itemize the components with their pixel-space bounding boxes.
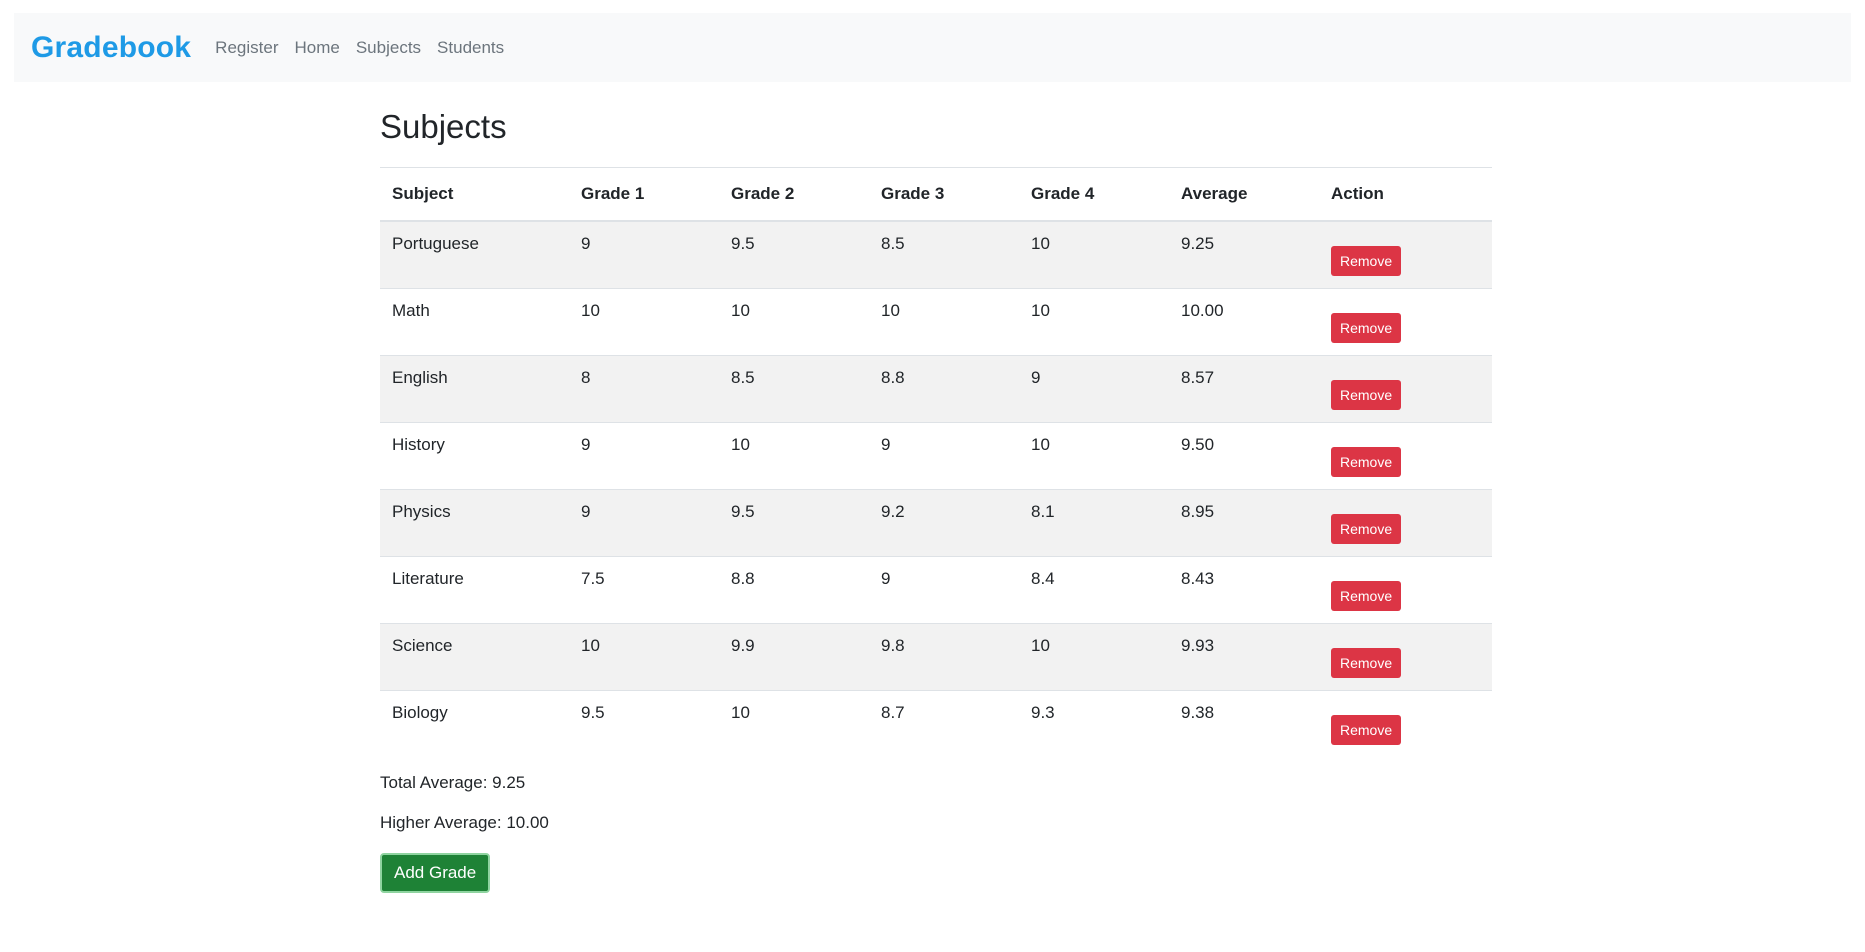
cell-average: 9.25 bbox=[1169, 220, 1319, 289]
table-row: Physics 9 9.5 9.2 8.1 8.95 Remove bbox=[380, 488, 1492, 557]
nav-link-subjects[interactable]: Subjects bbox=[356, 38, 421, 58]
add-grade-button[interactable]: Add Grade bbox=[380, 852, 491, 893]
cell-grade-3: 8.8 bbox=[869, 354, 1019, 423]
cell-grade-2: 8.5 bbox=[719, 354, 869, 423]
cell-grade-4: 10 bbox=[1019, 622, 1169, 691]
cell-average: 8.57 bbox=[1169, 354, 1319, 423]
cell-grade-1: 7.5 bbox=[569, 555, 719, 624]
higher-average: Higher Average: 10.00 bbox=[380, 812, 549, 832]
cell-grade-2: 10 bbox=[719, 287, 869, 356]
remove-button[interactable]: Remove bbox=[1331, 513, 1402, 544]
cell-subject: History bbox=[380, 421, 569, 490]
cell-action: Remove bbox=[1319, 354, 1492, 423]
table-row: English 8 8.5 8.8 9 8.57 Remove bbox=[380, 354, 1492, 423]
header-grade-2: Grade 2 bbox=[719, 166, 869, 222]
header-action: Action bbox=[1319, 166, 1492, 222]
cell-grade-2: 8.8 bbox=[719, 555, 869, 624]
cell-grade-4: 8.4 bbox=[1019, 555, 1169, 624]
nav-link-students[interactable]: Students bbox=[437, 38, 504, 58]
cell-subject: Portuguese bbox=[380, 220, 569, 289]
cell-grade-3: 9 bbox=[869, 555, 1019, 624]
cell-grade-3: 8.7 bbox=[869, 689, 1019, 757]
cell-grade-2: 9.9 bbox=[719, 622, 869, 691]
cell-grade-3: 9.2 bbox=[869, 488, 1019, 557]
main-content: Subjects Subject Grade 1 Grade 2 Grade 3… bbox=[380, 82, 1492, 893]
cell-grade-4: 8.1 bbox=[1019, 488, 1169, 557]
table-row: History 9 10 9 10 9.50 Remove bbox=[380, 421, 1492, 490]
cell-grade-2: 10 bbox=[719, 689, 869, 757]
cell-action: Remove bbox=[1319, 220, 1492, 289]
cell-grade-2: 9.5 bbox=[719, 488, 869, 557]
cell-subject: English bbox=[380, 354, 569, 423]
table-row: Math 10 10 10 10 10.00 Remove bbox=[380, 287, 1492, 356]
page-title: Subjects bbox=[380, 108, 507, 145]
cell-grade-1: 9.5 bbox=[569, 689, 719, 757]
cell-grade-2: 9.5 bbox=[719, 220, 869, 289]
header-subject: Subject bbox=[380, 166, 569, 222]
remove-button[interactable]: Remove bbox=[1331, 647, 1402, 678]
cell-average: 10.00 bbox=[1169, 287, 1319, 356]
nav-link-home[interactable]: Home bbox=[294, 38, 339, 58]
cell-action: Remove bbox=[1319, 689, 1492, 757]
cell-average: 8.43 bbox=[1169, 555, 1319, 624]
cell-average: 9.38 bbox=[1169, 689, 1319, 757]
cell-grade-3: 10 bbox=[869, 287, 1019, 356]
cell-grade-3: 9.8 bbox=[869, 622, 1019, 691]
table-header: Subject Grade 1 Grade 2 Grade 3 Grade 4 … bbox=[380, 166, 1492, 222]
cell-grade-1: 9 bbox=[569, 220, 719, 289]
remove-button[interactable]: Remove bbox=[1331, 245, 1402, 276]
table-row: Biology 9.5 10 8.7 9.3 9.38 Remove bbox=[380, 689, 1492, 757]
navbar: Gradebook Register Home Subjects Student… bbox=[14, 13, 1851, 82]
header-grade-1: Grade 1 bbox=[569, 166, 719, 222]
cell-grade-4: 9.3 bbox=[1019, 689, 1169, 757]
cell-subject: Biology bbox=[380, 689, 569, 757]
cell-average: 9.93 bbox=[1169, 622, 1319, 691]
table-row: Science 10 9.9 9.8 10 9.93 Remove bbox=[380, 622, 1492, 691]
cell-grade-4: 10 bbox=[1019, 220, 1169, 289]
brand-logo[interactable]: Gradebook bbox=[31, 31, 191, 65]
header-grade-4: Grade 4 bbox=[1019, 166, 1169, 222]
cell-grade-1: 9 bbox=[569, 421, 719, 490]
cell-average: 9.50 bbox=[1169, 421, 1319, 490]
table-row: Literature 7.5 8.8 9 8.4 8.43 Remove bbox=[380, 555, 1492, 624]
cell-grade-1: 10 bbox=[569, 622, 719, 691]
cell-action: Remove bbox=[1319, 421, 1492, 490]
cell-average: 8.95 bbox=[1169, 488, 1319, 557]
cell-grade-3: 9 bbox=[869, 421, 1019, 490]
cell-subject: Literature bbox=[380, 555, 569, 624]
cell-grade-4: 9 bbox=[1019, 354, 1169, 423]
cell-grade-1: 8 bbox=[569, 354, 719, 423]
remove-button[interactable]: Remove bbox=[1331, 446, 1402, 477]
header-grade-3: Grade 3 bbox=[869, 166, 1019, 222]
cell-grade-1: 9 bbox=[569, 488, 719, 557]
total-average: Total Average: 9.25 bbox=[380, 772, 526, 792]
nav-link-register[interactable]: Register bbox=[215, 38, 278, 58]
cell-grade-2: 10 bbox=[719, 421, 869, 490]
cell-action: Remove bbox=[1319, 488, 1492, 557]
header-row: Subject Grade 1 Grade 2 Grade 3 Grade 4 … bbox=[380, 166, 1492, 222]
header-average: Average bbox=[1169, 166, 1319, 222]
cell-subject: Science bbox=[380, 622, 569, 691]
table-body: Portuguese 9 9.5 8.5 10 9.25 Remove Math… bbox=[380, 220, 1492, 757]
remove-button[interactable]: Remove bbox=[1331, 714, 1402, 745]
cell-subject: Math bbox=[380, 287, 569, 356]
cell-action: Remove bbox=[1319, 622, 1492, 691]
remove-button[interactable]: Remove bbox=[1331, 379, 1402, 410]
cell-grade-4: 10 bbox=[1019, 287, 1169, 356]
cell-grade-4: 10 bbox=[1019, 421, 1169, 490]
remove-button[interactable]: Remove bbox=[1331, 580, 1402, 611]
cell-action: Remove bbox=[1319, 287, 1492, 356]
cell-action: Remove bbox=[1319, 555, 1492, 624]
cell-grade-1: 10 bbox=[569, 287, 719, 356]
summary: Total Average: 9.25 Higher Average: 10.0… bbox=[380, 773, 1492, 833]
cell-grade-3: 8.5 bbox=[869, 220, 1019, 289]
subjects-table: Subject Grade 1 Grade 2 Grade 3 Grade 4 … bbox=[380, 166, 1492, 757]
remove-button[interactable]: Remove bbox=[1331, 312, 1402, 343]
cell-subject: Physics bbox=[380, 488, 569, 557]
table-row: Portuguese 9 9.5 8.5 10 9.25 Remove bbox=[380, 220, 1492, 289]
